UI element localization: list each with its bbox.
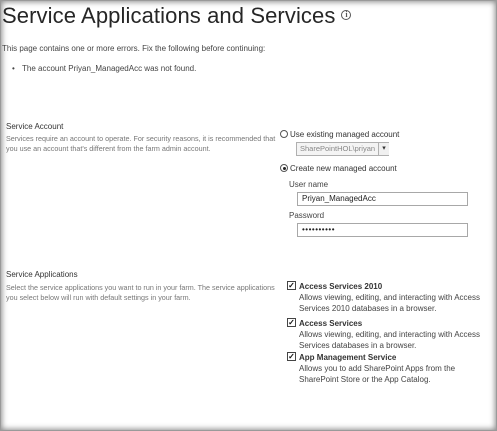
use-existing-account-radio[interactable] bbox=[280, 130, 288, 138]
page-title-text: Service Applications and Services bbox=[2, 3, 336, 28]
access-services-name: Access Services bbox=[299, 319, 363, 328]
access-services-2010-checkbox[interactable]: ✓ bbox=[287, 281, 296, 290]
app-management-service-name: App Management Service bbox=[299, 353, 397, 362]
info-icon[interactable]: i bbox=[341, 10, 352, 20]
user-name-label: User name bbox=[289, 180, 329, 189]
app-management-service-checkbox[interactable]: ✓ bbox=[287, 352, 296, 361]
existing-account-select[interactable]: SharePointHOL\priyan bbox=[296, 142, 389, 156]
existing-account-select-value: SharePointHOL\priyan bbox=[300, 144, 376, 153]
password-label: Password bbox=[289, 211, 325, 220]
service-applications-description: Select the service applications you want… bbox=[6, 283, 275, 302]
error-item: • The account Priyan_ManagedAcc was not … bbox=[12, 64, 197, 73]
error-item-text: The account Priyan_ManagedAcc was not fo… bbox=[22, 64, 197, 73]
use-existing-account-label[interactable]: Use existing managed account bbox=[290, 130, 399, 139]
create-new-account-label[interactable]: Create new managed account bbox=[290, 164, 397, 173]
app-management-service-description: Allows you to add SharePoint Apps from t… bbox=[299, 364, 456, 384]
password-input[interactable]: •••••••••• bbox=[297, 223, 468, 237]
access-services-description: Allows viewing, editing, and interacting… bbox=[299, 330, 480, 350]
create-new-account-radio[interactable] bbox=[280, 164, 288, 172]
user-name-value: Priyan_ManagedAcc bbox=[302, 194, 376, 203]
error-intro: This page contains one or more errors. F… bbox=[2, 44, 266, 53]
access-services-2010-name: Access Services 2010 bbox=[299, 282, 383, 291]
password-value: •••••••••• bbox=[302, 225, 336, 234]
user-name-input[interactable]: Priyan_ManagedAcc bbox=[297, 192, 468, 206]
access-services-checkbox[interactable]: ✓ bbox=[287, 318, 296, 327]
bullet-icon: • bbox=[12, 64, 15, 73]
page-frame: Service Applications and Services i This … bbox=[0, 0, 497, 431]
service-account-title: Service Account bbox=[6, 122, 64, 131]
chevron-down-icon[interactable]: ▾ bbox=[378, 143, 389, 155]
access-services-2010-description: Allows viewing, editing, and interacting… bbox=[299, 293, 480, 313]
service-account-description: Services require an account to operate. … bbox=[6, 134, 276, 153]
service-applications-title: Service Applications bbox=[6, 270, 78, 279]
page-title: Service Applications and Services i bbox=[2, 3, 352, 29]
